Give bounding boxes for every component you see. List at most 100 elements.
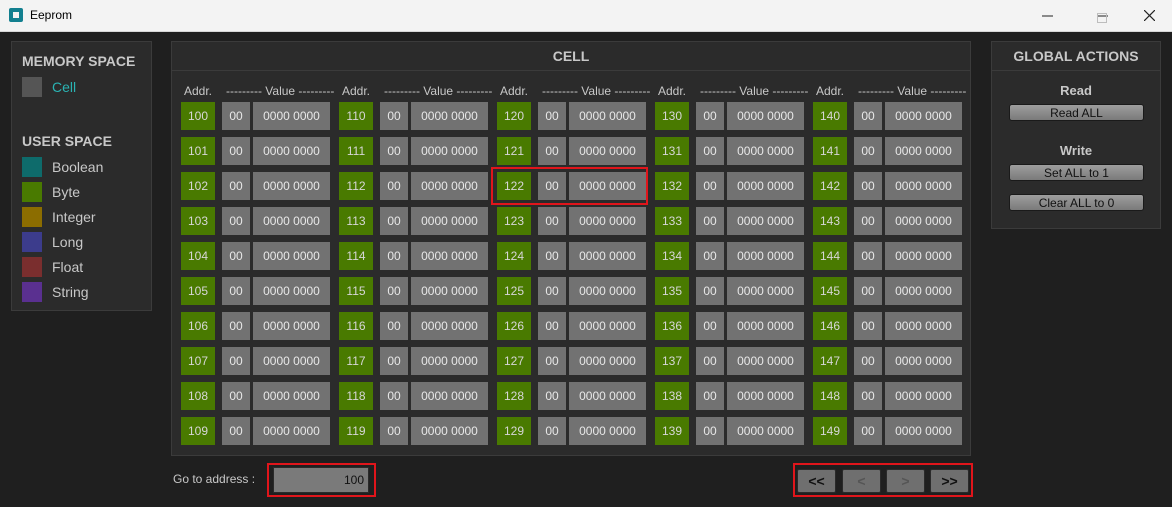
cell-hex-value[interactable]: 00 [538,277,566,305]
cell-hex-value[interactable]: 00 [538,102,566,130]
set-all-button[interactable]: Set ALL to 1 [1009,164,1144,181]
cell-hex-value[interactable]: 00 [854,382,882,410]
cell-binary-value[interactable]: 0000 0000 [253,137,330,165]
cell-hex-value[interactable]: 00 [696,417,724,445]
cell-hex-value[interactable]: 00 [222,172,250,200]
cell-binary-value[interactable]: 0000 0000 [727,417,804,445]
cell-hex-value[interactable]: 00 [854,172,882,200]
cell-binary-value[interactable]: 0000 0000 [569,242,646,270]
cell-binary-value[interactable]: 0000 0000 [253,242,330,270]
cell-hex-value[interactable]: 00 [854,312,882,340]
cell-hex-value[interactable]: 00 [854,277,882,305]
cell-binary-value[interactable]: 0000 0000 [885,382,962,410]
cell-hex-value[interactable]: 00 [538,242,566,270]
legend-item-byte[interactable]: Byte [22,182,80,202]
cell-binary-value[interactable]: 0000 0000 [411,417,488,445]
cell-binary-value[interactable]: 0000 0000 [727,347,804,375]
legend-item-long[interactable]: Long [22,232,83,252]
cell-hex-value[interactable]: 00 [696,347,724,375]
cell-hex-value[interactable]: 00 [538,417,566,445]
close-button[interactable] [1126,0,1172,31]
cell-binary-value[interactable]: 0000 0000 [727,382,804,410]
cell-hex-value[interactable]: 00 [380,137,408,165]
cell-binary-value[interactable]: 0000 0000 [253,102,330,130]
cell-binary-value[interactable]: 0000 0000 [885,277,962,305]
legend-item-float[interactable]: Float [22,257,83,277]
cell-binary-value[interactable]: 0000 0000 [569,312,646,340]
cell-binary-value[interactable]: 0000 0000 [885,102,962,130]
cell-hex-value[interactable]: 00 [696,277,724,305]
cell-hex-value[interactable]: 00 [380,347,408,375]
cell-hex-value[interactable]: 00 [854,137,882,165]
cell-hex-value[interactable]: 00 [222,417,250,445]
cell-binary-value[interactable]: 0000 0000 [411,102,488,130]
cell-binary-value[interactable]: 0000 0000 [727,207,804,235]
cell-binary-value[interactable]: 0000 0000 [885,172,962,200]
cell-hex-value[interactable]: 00 [854,207,882,235]
cell-hex-value[interactable]: 00 [854,347,882,375]
cell-hex-value[interactable]: 00 [380,242,408,270]
legend-item-integer[interactable]: Integer [22,207,96,227]
cell-binary-value[interactable]: 0000 0000 [569,207,646,235]
cell-binary-value[interactable]: 0000 0000 [885,242,962,270]
cell-hex-value[interactable]: 00 [696,137,724,165]
cell-binary-value[interactable]: 0000 0000 [569,347,646,375]
cell-hex-value[interactable]: 00 [538,207,566,235]
cell-hex-value[interactable]: 00 [696,172,724,200]
cell-binary-value[interactable]: 0000 0000 [253,382,330,410]
cell-hex-value[interactable]: 00 [854,417,882,445]
cell-binary-value[interactable]: 0000 0000 [253,417,330,445]
cell-binary-value[interactable]: 0000 0000 [727,102,804,130]
cell-hex-value[interactable]: 00 [380,417,408,445]
legend-item-boolean[interactable]: Boolean [22,157,103,177]
cell-hex-value[interactable]: 00 [696,382,724,410]
cell-hex-value[interactable]: 00 [696,207,724,235]
cell-binary-value[interactable]: 0000 0000 [411,172,488,200]
cell-hex-value[interactable]: 00 [696,242,724,270]
cell-binary-value[interactable]: 0000 0000 [411,277,488,305]
cell-hex-value[interactable]: 00 [222,382,250,410]
cell-binary-value[interactable]: 0000 0000 [885,347,962,375]
cell-binary-value[interactable]: 0000 0000 [411,242,488,270]
cell-hex-value[interactable]: 00 [696,102,724,130]
cell-hex-value[interactable]: 00 [222,137,250,165]
legend-item-string[interactable]: String [22,282,89,302]
cell-hex-value[interactable]: 00 [380,277,408,305]
cell-binary-value[interactable]: 0000 0000 [253,277,330,305]
cell-binary-value[interactable]: 0000 0000 [885,137,962,165]
cell-hex-value[interactable]: 00 [380,382,408,410]
cell-hex-value[interactable]: 00 [222,207,250,235]
cell-hex-value[interactable]: 00 [380,312,408,340]
cell-hex-value[interactable]: 00 [538,382,566,410]
cell-binary-value[interactable]: 0000 0000 [727,172,804,200]
cell-binary-value[interactable]: 0000 0000 [253,207,330,235]
cell-hex-value[interactable]: 00 [222,277,250,305]
cell-binary-value[interactable]: 0000 0000 [885,417,962,445]
cell-hex-value[interactable]: 00 [222,312,250,340]
cell-hex-value[interactable]: 00 [538,312,566,340]
read-all-button[interactable]: Read ALL [1009,104,1144,121]
cell-binary-value[interactable]: 0000 0000 [253,172,330,200]
cell-binary-value[interactable]: 0000 0000 [569,382,646,410]
cell-hex-value[interactable]: 00 [854,242,882,270]
legend-item-cell[interactable]: Cell [22,77,76,97]
cell-binary-value[interactable]: 0000 0000 [885,207,962,235]
cell-hex-value[interactable]: 00 [380,172,408,200]
cell-binary-value[interactable]: 0000 0000 [411,347,488,375]
cell-hex-value[interactable]: 00 [222,102,250,130]
cell-binary-value[interactable]: 0000 0000 [411,207,488,235]
cell-binary-value[interactable]: 0000 0000 [569,417,646,445]
cell-hex-value[interactable]: 00 [854,102,882,130]
cell-hex-value[interactable]: 00 [222,242,250,270]
cell-hex-value[interactable]: 00 [222,347,250,375]
cell-binary-value[interactable]: 0000 0000 [411,382,488,410]
cell-binary-value[interactable]: 0000 0000 [727,312,804,340]
cell-hex-value[interactable]: 00 [380,207,408,235]
cell-binary-value[interactable]: 0000 0000 [253,312,330,340]
cell-binary-value[interactable]: 0000 0000 [569,102,646,130]
cell-binary-value[interactable]: 0000 0000 [727,242,804,270]
cell-binary-value[interactable]: 0000 0000 [569,277,646,305]
cell-binary-value[interactable]: 0000 0000 [727,137,804,165]
cell-hex-value[interactable]: 00 [538,347,566,375]
cell-hex-value[interactable]: 00 [380,102,408,130]
